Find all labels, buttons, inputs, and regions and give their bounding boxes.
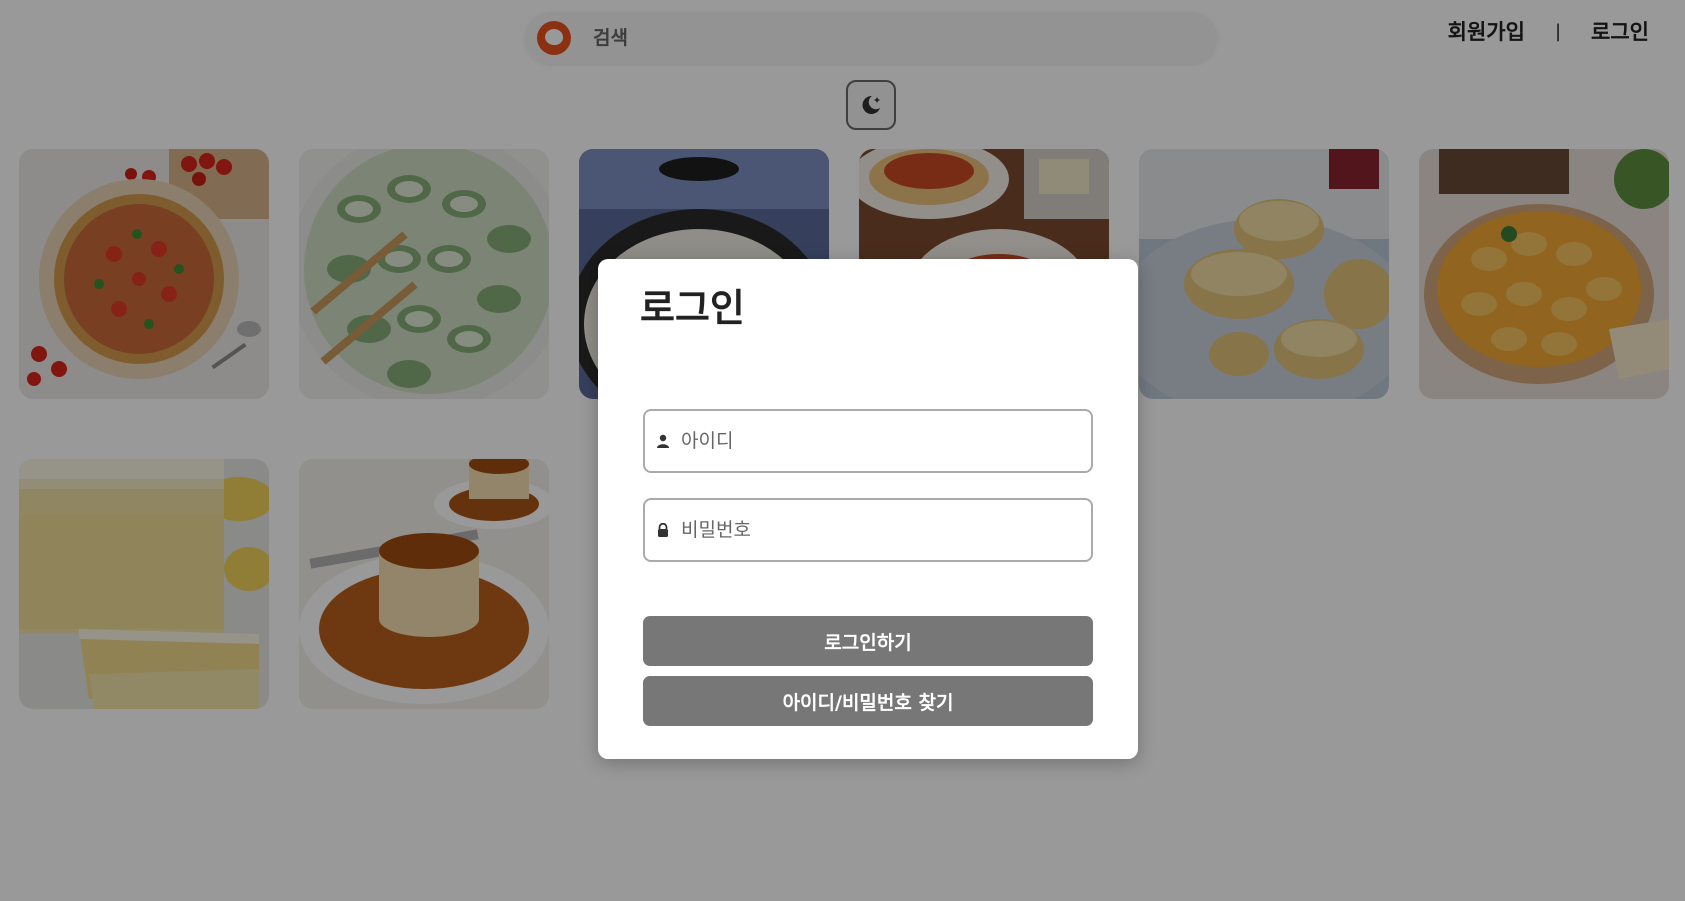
- page: 회원가입 | 로그인: [0, 0, 1685, 901]
- login-modal: 로그인 로그인하기 아이디/비밀번호 찾기: [598, 259, 1138, 759]
- login-submit-button[interactable]: 로그인하기: [643, 616, 1093, 666]
- find-account-button[interactable]: 아이디/비밀번호 찾기: [643, 676, 1093, 726]
- username-input[interactable]: [679, 429, 1073, 453]
- password-field[interactable]: [643, 498, 1093, 562]
- password-input[interactable]: [679, 518, 1073, 542]
- user-icon: [655, 433, 671, 449]
- lock-icon: [655, 522, 671, 538]
- modal-title: 로그인: [640, 286, 745, 330]
- username-field[interactable]: [643, 409, 1093, 473]
